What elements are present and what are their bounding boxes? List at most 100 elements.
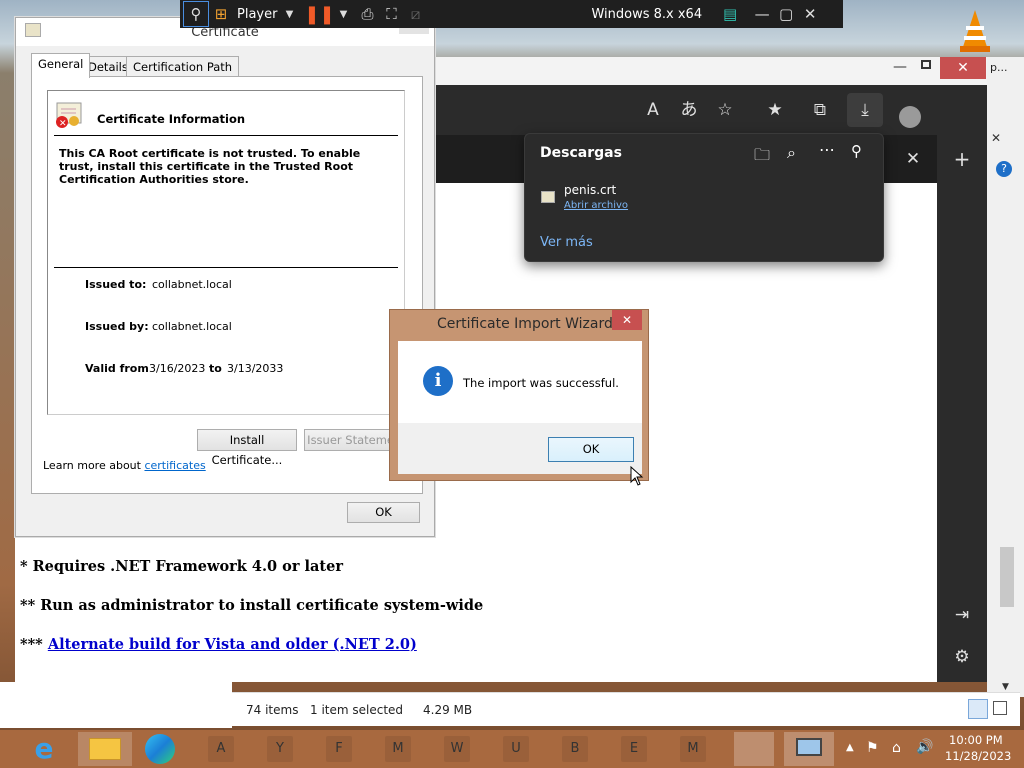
learn-more-text: Learn more about certificates	[43, 459, 206, 472]
tiles-view-icon[interactable]	[993, 701, 1007, 715]
close-icon[interactable]: ✕	[940, 57, 986, 79]
item-count: 74 items	[246, 703, 299, 717]
certificate-ok-button[interactable]: OK	[347, 502, 420, 523]
certificates-link[interactable]: certificates	[144, 459, 205, 472]
scrollbar[interactable]	[1000, 547, 1014, 607]
admin-note: ** Run as administrator to install certi…	[20, 597, 484, 614]
hide-sidebar-icon[interactable]: ⇥	[950, 603, 974, 627]
tab-general[interactable]: General	[31, 53, 91, 78]
issued-to-label: Issued to:	[85, 278, 147, 291]
learn-more-prefix: Learn more about	[43, 459, 141, 472]
taskbar-app-m[interactable]: M	[385, 736, 411, 762]
translate-icon[interactable]: あ	[677, 98, 701, 122]
taskbar-app-b[interactable]: B	[562, 736, 588, 762]
open-folder-icon[interactable]: 🗀	[754, 144, 770, 171]
more-options-icon[interactable]: ⋯	[819, 140, 835, 159]
mouse-cursor	[630, 465, 644, 486]
trust-warning-text: This CA Root certificate is not trusted.…	[59, 147, 361, 186]
open-file-link[interactable]: Abrir archivo	[564, 200, 628, 211]
player-icon[interactable]: ⊞	[209, 2, 233, 26]
settings-icon[interactable]: ⚙	[950, 645, 974, 669]
chevron-up-icon[interactable]: ▲	[846, 742, 854, 753]
scroll-down-icon[interactable]: ▼	[1002, 682, 1009, 692]
app-icon[interactable]	[734, 732, 774, 766]
downloads-flyout: Descargas 🗀 ⌕ ⋯ ⚲ penis.crt Abrir archiv…	[524, 133, 884, 262]
unity-icon[interactable]: ⧄	[403, 2, 427, 26]
import-wizard-dialog: Certificate Import Wizard ✕ i The import…	[389, 309, 649, 481]
file-explorer-icon[interactable]	[78, 732, 132, 766]
issued-by-value: collabnet.local	[152, 320, 232, 333]
explorer-window-edge: p... ✕ ? ▼	[987, 57, 1024, 697]
issued-by-label: Issued by:	[85, 320, 149, 333]
explorer-status-bar: 74 items 1 item selected 4.29 MB	[232, 692, 1020, 726]
edge-icon[interactable]	[145, 734, 175, 764]
taskbar-app-f[interactable]: F	[326, 736, 352, 762]
notes-icon[interactable]: ▤	[718, 2, 742, 26]
heading-divider	[54, 135, 398, 136]
clock-date[interactable]: 11/28/2023	[945, 749, 1011, 763]
pause-icon[interactable]: ❚❚	[304, 2, 334, 26]
alt-build-line: *** Alternate build for Vista and older …	[20, 636, 417, 653]
see-more-link[interactable]: Ver más	[540, 235, 593, 250]
volume-icon[interactable]: 🔊	[916, 739, 933, 755]
certificate-app-icon	[25, 23, 41, 37]
profile-avatar[interactable]	[899, 106, 921, 128]
taskbar-app-m2[interactable]: M	[680, 736, 706, 762]
player-menu[interactable]: Player	[237, 7, 277, 22]
selection-size: 4.29 MB	[423, 703, 473, 717]
search-icon[interactable]: ⌕	[787, 143, 796, 163]
certificate-info-heading: Certificate Information	[97, 112, 246, 126]
alt-build-link[interactable]: Alternate build for Vista and older (.NE…	[48, 636, 417, 653]
remote-desktop-icon[interactable]	[784, 732, 834, 766]
wizard-message: The import was successful.	[463, 376, 619, 390]
close-icon[interactable]: ✕	[991, 131, 1001, 145]
downloads-title: Descargas	[540, 145, 622, 161]
network-icon[interactable]: ⌂	[892, 740, 901, 756]
explorer-title-fragment: p...	[990, 61, 1008, 74]
maximize-icon[interactable]	[921, 60, 931, 69]
alt-prefix: ***	[20, 636, 43, 653]
vm-player-toolbar: ⚲ ⊞ Player ▼ ❚❚ ▼ ⎙ ⛶ ⧄ Windows 8.x x64 …	[180, 0, 843, 28]
action-center-icon[interactable]: ⚑	[866, 740, 879, 756]
selection-count: 1 item selected	[310, 703, 404, 717]
add-favorite-icon[interactable]: ☆	[713, 98, 737, 122]
collections-icon[interactable]: ⧉	[808, 98, 832, 122]
details-view-icon[interactable]	[968, 699, 988, 719]
close-icon[interactable]: ✕	[798, 2, 822, 26]
taskbar-app-a[interactable]: A	[208, 736, 234, 762]
close-tab-icon[interactable]: ✕	[901, 147, 925, 171]
taskbar-app-e[interactable]: E	[621, 736, 647, 762]
favorites-icon[interactable]: ★	[763, 98, 787, 122]
download-file-name[interactable]: penis.crt	[564, 183, 616, 197]
general-tab-panel: ✕ Certificate Information This CA Root c…	[31, 76, 423, 494]
chevron-down-icon[interactable]: ▼	[277, 2, 301, 26]
tab-certification-path[interactable]: Certification Path	[126, 56, 240, 78]
wizard-title: Certificate Import Wizard	[437, 316, 613, 332]
internet-explorer-icon[interactable]: e	[28, 734, 60, 764]
taskbar-app-y[interactable]: Y	[267, 736, 293, 762]
add-sidebar-icon[interactable]: +	[950, 147, 974, 171]
certificate-info-box: ✕ Certificate Information This CA Root c…	[47, 90, 405, 415]
taskbar-app-u[interactable]: U	[503, 736, 529, 762]
chevron-down-icon[interactable]: ▼	[331, 2, 355, 26]
clock-time[interactable]: 10:00 PM	[949, 733, 1003, 747]
read-aloud-icon[interactable]: A	[641, 98, 665, 122]
file-certificate-icon	[541, 191, 555, 203]
fullscreen-icon[interactable]: ⛶	[379, 2, 403, 26]
restore-icon[interactable]: ▢	[774, 2, 798, 26]
help-icon[interactable]: ?	[996, 161, 1012, 177]
valid-to-label: to	[209, 362, 222, 375]
close-icon[interactable]: ✕	[612, 310, 642, 330]
minimize-icon[interactable]: —	[750, 2, 774, 26]
pin-toolbar-icon[interactable]: ⚲	[183, 1, 209, 27]
vlc-icon[interactable]	[952, 6, 998, 56]
download-icon[interactable]: ⤓	[847, 93, 883, 127]
vm-name: Windows 8.x x64	[591, 6, 703, 22]
install-certificate-button[interactable]: Install Certificate...	[197, 429, 297, 467]
taskbar-app-w[interactable]: W	[444, 736, 470, 762]
wizard-ok-button[interactable]: OK	[548, 437, 634, 462]
minimize-icon[interactable]: —	[893, 59, 907, 75]
pin-icon[interactable]: ⚲	[851, 142, 862, 160]
explorer-nav-pane	[0, 682, 232, 728]
send-ctrl-alt-del-icon[interactable]: ⎙	[355, 2, 379, 26]
